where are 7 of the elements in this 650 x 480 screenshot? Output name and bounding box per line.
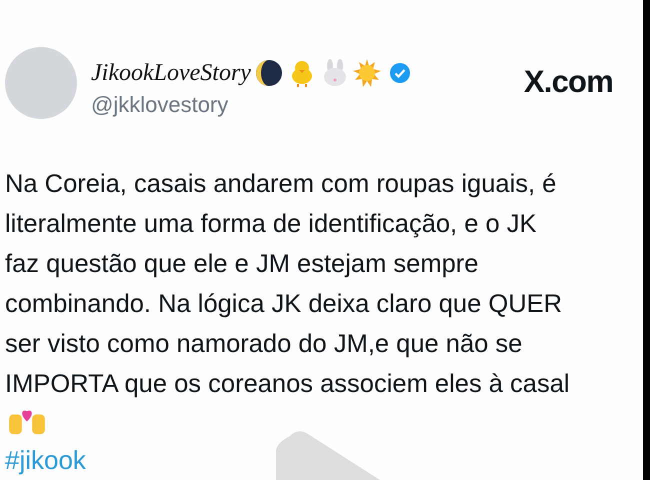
brand-logo: X.com: [524, 63, 613, 101]
sun-icon: [352, 59, 381, 87]
moon-icon: [254, 59, 283, 87]
hashtag-link[interactable]: #jikook: [5, 441, 86, 480]
handle: @jkklovestory: [91, 91, 230, 118]
tweet-text: Na Coreia, casais andarem com roupas iguais, é literalmente uma forma de identificação, e o JK faz questão que ele e JM estejam sempre combinando. Na lógica JK deixa claro que QUER ser visto como namorado do JM,e que não se IMPORTA que os coreanos associem eles à casal: [5, 169, 571, 400]
display-name: JikookLoveStory: [91, 59, 251, 88]
